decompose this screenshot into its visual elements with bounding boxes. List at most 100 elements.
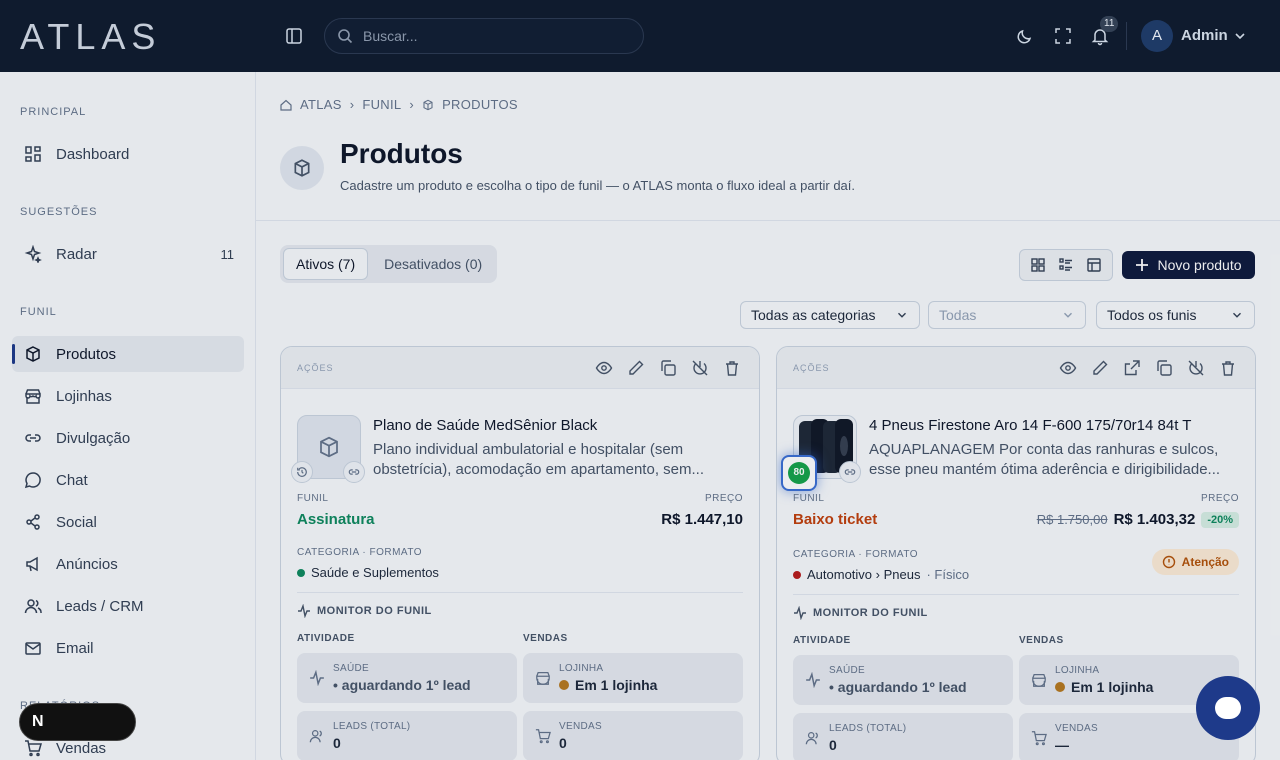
tile-label: SAÚDE	[333, 663, 369, 674]
share-icon	[26, 514, 40, 530]
sidebar-toggle-icon[interactable]	[284, 26, 304, 46]
sidebar-item-leads-crm[interactable]: Leads / CRM	[12, 588, 244, 624]
divider	[793, 594, 1239, 595]
category-name: Saúde e Suplementos	[311, 565, 439, 580]
history-icon[interactable]	[291, 461, 313, 483]
sidebar-item-label: Social	[56, 513, 97, 531]
price-label: PREÇO	[1200, 493, 1239, 504]
chat-bubble-icon	[1215, 697, 1241, 719]
dev-tools-badge[interactable]: N	[19, 703, 136, 741]
product-name[interactable]: Plano de Saúde MedSênior Black	[373, 417, 743, 434]
page-icon	[280, 146, 324, 190]
search-box[interactable]	[324, 18, 644, 54]
sidebar-item-produtos[interactable]: Produtos	[12, 336, 244, 372]
divider	[1126, 22, 1127, 50]
breadcrumb-separator: ›	[349, 97, 355, 112]
sidebar-item-radar[interactable]: Radar 11	[12, 236, 244, 272]
eye-icon[interactable]	[1059, 359, 1077, 377]
sidebar-item-divulgacao[interactable]: Divulgação	[12, 420, 244, 456]
tile-label: VENDAS	[559, 721, 602, 732]
product-price: R$ 1.447,10	[661, 511, 743, 528]
tab-desativados[interactable]: Desativados (0)	[372, 248, 494, 280]
link-icon[interactable]	[839, 461, 861, 483]
user-name[interactable]: Admin	[1181, 27, 1228, 44]
sidebar-item-social[interactable]: Social	[12, 504, 244, 540]
activity-icon	[806, 672, 820, 688]
tile-value: 0	[333, 735, 341, 751]
score-badge[interactable]: 80	[781, 455, 817, 491]
app-logo[interactable]: ATLAS	[20, 16, 161, 58]
list-view-icon[interactable]	[1055, 254, 1077, 276]
breadcrumb-item[interactable]: FUNIL	[362, 97, 401, 112]
card-actions	[1059, 359, 1237, 377]
new-product-button[interactable]: Novo produto	[1122, 251, 1255, 279]
tile-label: SAÚDE	[829, 665, 865, 676]
dashboard-icon	[25, 146, 41, 162]
price-label: PREÇO	[704, 493, 743, 504]
chevron-down-icon[interactable]	[1232, 28, 1248, 44]
chevron-down-icon	[898, 312, 906, 318]
product-card[interactable]: AÇÕES Plano de Saúde MedSênior Black Pla…	[280, 346, 760, 760]
breadcrumb: ATLAS › FUNIL › PRODUTOS	[280, 97, 518, 112]
avatar[interactable]: A	[1141, 20, 1173, 52]
tile-value: 0	[559, 735, 567, 751]
divider	[297, 592, 743, 593]
deactivate-icon[interactable]	[1187, 359, 1205, 377]
trash-icon[interactable]	[723, 359, 741, 377]
sidebar-item-lojinhas[interactable]: Lojinhas	[12, 378, 244, 414]
store-count: Em 1 lojinha	[1071, 679, 1154, 695]
leads-tile: LEADS (TOTAL) 0	[297, 711, 517, 760]
breadcrumb-item[interactable]: ATLAS	[300, 97, 342, 112]
sidebar-item-chat[interactable]: Chat	[12, 462, 244, 498]
section-title-sugestoes: SUGESTÕES	[20, 206, 98, 218]
store-icon	[536, 672, 550, 685]
tile-label: LEADS (TOTAL)	[829, 723, 907, 734]
warning-badge[interactable]: Atenção	[1151, 549, 1239, 575]
external-link-icon[interactable]	[1123, 359, 1141, 377]
users-icon	[24, 599, 42, 614]
funnel-filter-select[interactable]: Todos os funis	[1096, 301, 1255, 329]
category-filter-select[interactable]: Todas as categorias	[740, 301, 920, 329]
activity-icon	[310, 670, 324, 686]
duplicate-icon[interactable]	[659, 359, 677, 377]
subcategory-filter-select[interactable]: Todas	[928, 301, 1086, 329]
trash-icon[interactable]	[1219, 359, 1237, 377]
sidebar-item-dashboard[interactable]: Dashboard	[12, 136, 244, 172]
sparkles-icon	[24, 245, 42, 263]
product-name[interactable]: 4 Pneus Firestone Aro 14 F-600 175/70r14…	[869, 417, 1239, 434]
dark-mode-moon-icon[interactable]	[1015, 26, 1035, 46]
table-view-icon[interactable]	[1083, 254, 1105, 276]
fullscreen-icon[interactable]	[1053, 26, 1073, 46]
sidebar-item-label: Chat	[56, 471, 88, 489]
cart-icon	[535, 729, 551, 744]
notification-badge: 11	[1100, 16, 1119, 32]
deactivate-icon[interactable]	[691, 359, 709, 377]
chat-icon	[24, 472, 41, 489]
top-bar: ATLAS 11 A Admin	[0, 0, 1280, 72]
link-icon[interactable]	[343, 461, 365, 483]
sidebar-item-email[interactable]: Email	[12, 630, 244, 666]
store-avatar-icon	[559, 680, 569, 690]
radar-count-badge: 11	[220, 246, 235, 262]
edit-pencil-icon[interactable]	[627, 359, 645, 377]
chat-launcher-button[interactable]	[1196, 676, 1260, 740]
tab-ativos[interactable]: Ativos (7)	[283, 248, 369, 280]
product-card[interactable]: AÇÕES 80 4 Pneus Firestone Aro 14 F-600 …	[776, 346, 1256, 760]
product-category: Saúde e Suplementos	[297, 565, 439, 580]
edit-pencil-icon[interactable]	[1091, 359, 1109, 377]
view-mode-toggle	[1019, 249, 1113, 281]
plus-icon	[1136, 259, 1149, 271]
store-tile[interactable]: LOJINHA Em 1 lojinha	[523, 653, 743, 703]
store-icon	[25, 389, 41, 404]
sidebar-item-anuncios[interactable]: Anúncios	[12, 546, 244, 582]
search-input[interactable]	[363, 28, 623, 44]
category-label: CATEGORIA · FORMATO	[297, 547, 423, 558]
filter-value: Todas as categorias	[751, 307, 876, 323]
duplicate-icon[interactable]	[1155, 359, 1173, 377]
store-avatar-icon	[1055, 682, 1065, 692]
breadcrumb-separator: ›	[409, 97, 415, 112]
eye-icon[interactable]	[595, 359, 613, 377]
grid-view-icon[interactable]	[1027, 254, 1049, 276]
funnel-monitor-heading: MONITOR DO FUNIL	[297, 604, 432, 618]
tile-label: VENDAS	[1055, 723, 1098, 734]
